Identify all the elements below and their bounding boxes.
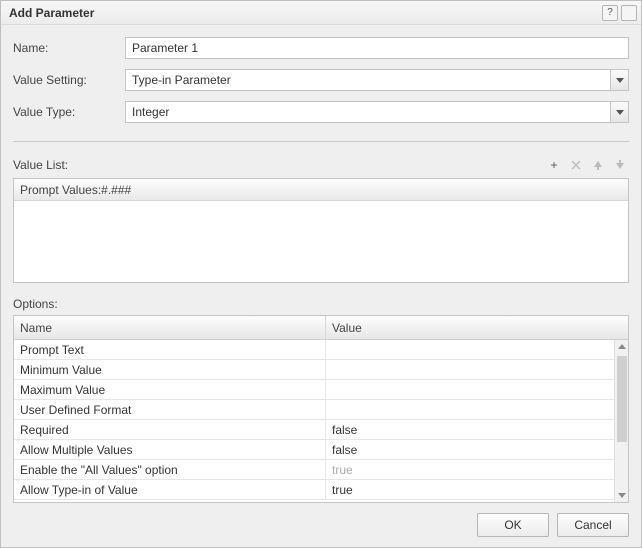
option-value[interactable]: true bbox=[326, 480, 614, 499]
move-down-button[interactable] bbox=[611, 156, 629, 174]
option-row[interactable]: Allow Multiple Valuesfalse bbox=[14, 440, 614, 460]
scroll-down-icon bbox=[615, 488, 628, 502]
options-col-name: Name bbox=[14, 316, 326, 339]
add-parameter-dialog: Add Parameter ? Name: Value Setting: Typ… bbox=[0, 0, 642, 548]
option-name: Maximum Value bbox=[14, 380, 326, 399]
option-value[interactable]: true bbox=[326, 460, 614, 479]
value-type-label: Value Type: bbox=[13, 105, 125, 119]
name-row: Name: bbox=[13, 37, 629, 59]
option-name: Enable the "All Values" option bbox=[14, 460, 326, 479]
option-value[interactable] bbox=[326, 380, 614, 399]
divider bbox=[13, 141, 629, 142]
add-value-button[interactable]: + bbox=[545, 156, 563, 174]
options-box: Name Value Prompt TextMinimum ValueMaxim… bbox=[13, 315, 629, 503]
options-rows: Prompt TextMinimum ValueMaximum ValueUse… bbox=[14, 340, 614, 502]
option-name: Required bbox=[14, 420, 326, 439]
options-body: Prompt TextMinimum ValueMaximum ValueUse… bbox=[14, 340, 628, 502]
option-row[interactable]: Prompt Text bbox=[14, 340, 614, 360]
option-row[interactable]: Allow Type-in of Valuetrue bbox=[14, 480, 614, 500]
value-list-label: Value List: bbox=[13, 158, 545, 172]
arrow-up-icon bbox=[593, 160, 603, 170]
option-value[interactable]: false bbox=[326, 440, 614, 459]
dialog-footer: OK Cancel bbox=[1, 503, 641, 547]
move-up-button[interactable] bbox=[589, 156, 607, 174]
option-value[interactable] bbox=[326, 360, 614, 379]
value-setting-row: Value Setting: Type-in Parameter bbox=[13, 69, 629, 91]
value-list-body[interactable] bbox=[14, 201, 628, 282]
option-name: User Defined Format bbox=[14, 400, 326, 419]
cancel-button[interactable]: Cancel bbox=[557, 513, 629, 537]
option-row[interactable]: Requiredfalse bbox=[14, 420, 614, 440]
titlebar-title: Add Parameter bbox=[9, 6, 599, 20]
value-setting-label: Value Setting: bbox=[13, 73, 125, 87]
option-row[interactable]: User Defined Format bbox=[14, 400, 614, 420]
titlebar: Add Parameter ? bbox=[1, 1, 641, 25]
value-setting-select[interactable]: Type-in Parameter bbox=[125, 69, 629, 91]
value-type-value: Integer bbox=[125, 101, 629, 123]
option-value[interactable] bbox=[326, 340, 614, 359]
option-name: Minimum Value bbox=[14, 360, 326, 379]
value-list-toolbar: + bbox=[545, 156, 629, 174]
close-button[interactable] bbox=[621, 5, 637, 21]
option-row[interactable]: Enable the "All Values" optiontrue bbox=[14, 460, 614, 480]
value-type-select[interactable]: Integer bbox=[125, 101, 629, 123]
dialog-body: Name: Value Setting: Type-in Parameter V… bbox=[1, 25, 641, 503]
help-button[interactable]: ? bbox=[602, 5, 618, 21]
option-row[interactable]: Maximum Value bbox=[14, 380, 614, 400]
value-list-box: Prompt Values:#.### bbox=[13, 178, 629, 283]
help-icon: ? bbox=[607, 7, 613, 18]
options-header: Name Value bbox=[14, 316, 628, 340]
value-type-row: Value Type: Integer bbox=[13, 101, 629, 123]
name-input[interactable] bbox=[125, 37, 629, 59]
options-scrollbar[interactable] bbox=[614, 340, 628, 502]
option-value[interactable] bbox=[326, 400, 614, 419]
option-name: Allow Type-in of Value bbox=[14, 480, 326, 499]
value-setting-value: Type-in Parameter bbox=[125, 69, 629, 91]
option-name: Prompt Text bbox=[14, 340, 326, 359]
delete-value-button[interactable] bbox=[567, 156, 585, 174]
plus-icon: + bbox=[550, 158, 557, 172]
scroll-up-icon bbox=[615, 340, 628, 354]
arrow-down-icon bbox=[615, 160, 625, 170]
option-row[interactable]: Minimum Value bbox=[14, 360, 614, 380]
options-label: Options: bbox=[13, 297, 629, 311]
option-value[interactable]: false bbox=[326, 420, 614, 439]
delete-icon bbox=[571, 160, 581, 170]
ok-button[interactable]: OK bbox=[477, 513, 549, 537]
name-label: Name: bbox=[13, 41, 125, 55]
options-col-value: Value bbox=[326, 316, 628, 339]
scroll-thumb[interactable] bbox=[617, 356, 627, 442]
value-list-header-row: Value List: + bbox=[13, 156, 629, 174]
value-list-column-header: Prompt Values:#.### bbox=[14, 179, 628, 201]
option-name: Allow Multiple Values bbox=[14, 440, 326, 459]
